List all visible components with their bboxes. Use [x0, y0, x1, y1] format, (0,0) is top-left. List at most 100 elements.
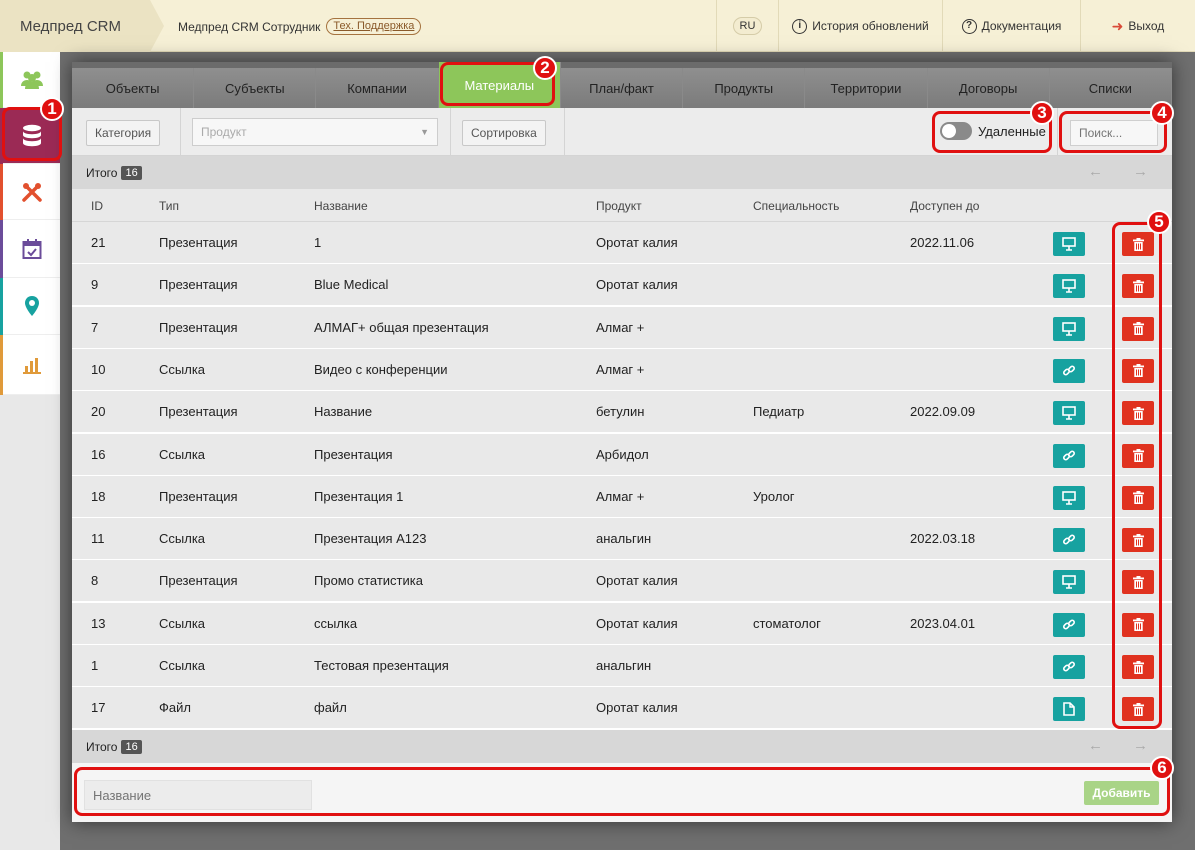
totals-bar-bottom: Итого 16 ← → [72, 730, 1172, 763]
cell-product: Оротат калия [596, 700, 678, 716]
table-row[interactable]: 13 Ссылка ссылка Оротат калия стоматолог 2023… [72, 602, 1172, 645]
chevron-down-icon: ▼ [420, 127, 429, 137]
table-row[interactable]: 18 Презентация Презентация 1 Алмаг + Уролог [72, 475, 1172, 518]
prev-page-icon[interactable]: ← [1088, 737, 1103, 754]
divider [1057, 108, 1058, 156]
open-material-button[interactable] [1053, 232, 1085, 256]
top-bar: Медпред CRM Медпред CRM Сотрудник Тех. П… [0, 0, 1195, 52]
tab-territories[interactable]: Территории [805, 68, 928, 108]
cell-id: 7 [91, 319, 99, 335]
delete-button[interactable] [1122, 655, 1154, 679]
cell-id: 20 [91, 404, 106, 420]
cell-id: 13 [91, 615, 106, 631]
next-page-icon[interactable]: → [1133, 163, 1148, 180]
col-type[interactable]: Тип [159, 199, 179, 213]
tab-products[interactable]: Продукты [683, 68, 806, 108]
table-row[interactable]: 10 Ссылка Видео с конференции Алмаг + [72, 348, 1172, 391]
cell-name: Blue Medical [314, 277, 389, 293]
open-material-button[interactable] [1053, 358, 1085, 383]
open-material-button[interactable] [1053, 570, 1085, 595]
product-select[interactable]: Продукт ▼ [192, 118, 438, 146]
col-id[interactable]: ID [91, 199, 103, 213]
link-icon [1062, 533, 1076, 547]
totals-label: Итого [86, 165, 118, 180]
open-material-button[interactable] [1053, 274, 1085, 299]
table-row[interactable]: 21 Презентация 1 Оротат калия 2022.11.06 [72, 222, 1172, 264]
sidebar-item-reports[interactable] [3, 335, 60, 395]
delete-button[interactable] [1122, 274, 1154, 299]
open-material-button[interactable] [1053, 655, 1085, 679]
prev-page-icon[interactable]: ← [1088, 163, 1103, 180]
table-row[interactable]: 20 Презентация Название бетулин Педиатр 2022.… [72, 391, 1172, 434]
cell-product: анальгин [596, 531, 652, 547]
logout-label: Выход [1128, 19, 1165, 33]
cell-id: 17 [91, 700, 106, 716]
deleted-switch[interactable] [940, 122, 972, 140]
cell-product: Алмаг + [596, 488, 645, 504]
cell-id: 11 [91, 531, 105, 547]
cell-id: 10 [91, 361, 106, 377]
history-link[interactable]: i История обновлений [778, 0, 942, 52]
open-material-button[interactable] [1053, 316, 1085, 341]
table-row[interactable]: 8 Презентация Промо статистика Оротат калия [72, 560, 1172, 603]
logout-link[interactable]: ➜ Выход [1080, 0, 1195, 52]
support-link[interactable]: Тех. Поддержка [326, 18, 422, 35]
tab-objects[interactable]: Объекты [72, 68, 195, 108]
delete-button[interactable] [1122, 612, 1154, 637]
tab-lists[interactable]: Списки [1049, 68, 1172, 108]
cell-product: Алмаг + [596, 361, 645, 377]
category-button[interactable]: Категория [86, 120, 161, 146]
open-material-button[interactable] [1053, 612, 1085, 637]
delete-button[interactable] [1122, 358, 1154, 383]
search-input[interactable] [1070, 120, 1158, 146]
open-material-button[interactable] [1053, 697, 1085, 722]
tab-contracts[interactable]: Договоры [927, 68, 1050, 108]
table-row[interactable]: 9 Презентация Blue Medical Оротат калия [72, 264, 1172, 307]
cell-type: Ссылка [159, 361, 206, 377]
tab-companies[interactable]: Компании [316, 68, 439, 108]
table-row[interactable]: 17 Файл файл Оротат калия [72, 687, 1172, 730]
open-material-button[interactable] [1053, 443, 1085, 468]
deleted-toggle[interactable]: Удаленные [940, 122, 1046, 140]
user-name: Медпред CRM Сотрудник [178, 19, 321, 34]
tab-plan-fact[interactable]: План/факт [560, 68, 684, 108]
delete-button[interactable] [1122, 316, 1154, 341]
tab-subjects[interactable]: Субъекты [194, 68, 317, 108]
delete-button[interactable] [1122, 401, 1154, 426]
delete-button[interactable] [1122, 232, 1154, 256]
open-material-button[interactable] [1053, 401, 1085, 426]
open-material-button[interactable] [1053, 528, 1085, 553]
docs-link[interactable]: ? Документация [942, 0, 1080, 52]
delete-button[interactable] [1122, 485, 1154, 510]
cell-specialty: Педиатр [753, 404, 805, 420]
col-name[interactable]: Название [314, 199, 368, 213]
col-specialty[interactable]: Специальность [753, 199, 839, 213]
delete-button[interactable] [1122, 528, 1154, 553]
sort-button[interactable]: Сортировка [462, 120, 546, 146]
material-name-input[interactable] [84, 780, 312, 810]
table-row[interactable]: 7 Презентация АЛМАГ+ общая презентация Алма… [72, 306, 1172, 349]
cell-name: АЛМАГ+ общая презентация [314, 319, 489, 335]
open-material-button[interactable] [1053, 485, 1085, 510]
language-badge[interactable]: RU [732, 17, 763, 35]
next-page-icon[interactable]: → [1133, 737, 1148, 754]
cell-type: Презентация [159, 235, 238, 250]
sidebar-item-tools[interactable] [3, 164, 60, 220]
cell-type: Презентация [159, 277, 238, 293]
brand-logo[interactable]: Медпред CRM [0, 0, 150, 52]
table-row[interactable]: 1 Ссылка Тестовая презентация анальгин [72, 645, 1172, 687]
delete-button[interactable] [1122, 697, 1154, 722]
table-row[interactable]: 16 Ссылка Презентация Арбидол [72, 433, 1172, 476]
divider [450, 108, 451, 156]
add-button[interactable]: Добавить [1084, 781, 1159, 805]
sidebar-item-map[interactable] [3, 278, 60, 335]
table-row[interactable]: 11 Ссылка Презентация А123 анальгин 2022.03.… [72, 518, 1172, 561]
delete-button[interactable] [1122, 570, 1154, 595]
col-until[interactable]: Доступен до [910, 199, 979, 213]
delete-button[interactable] [1122, 443, 1154, 468]
trash-icon [1132, 406, 1144, 420]
sidebar-item-calendar[interactable] [3, 220, 60, 278]
col-product[interactable]: Продукт [596, 199, 642, 213]
trash-icon [1132, 660, 1144, 674]
language-switch[interactable]: RU [716, 0, 778, 52]
